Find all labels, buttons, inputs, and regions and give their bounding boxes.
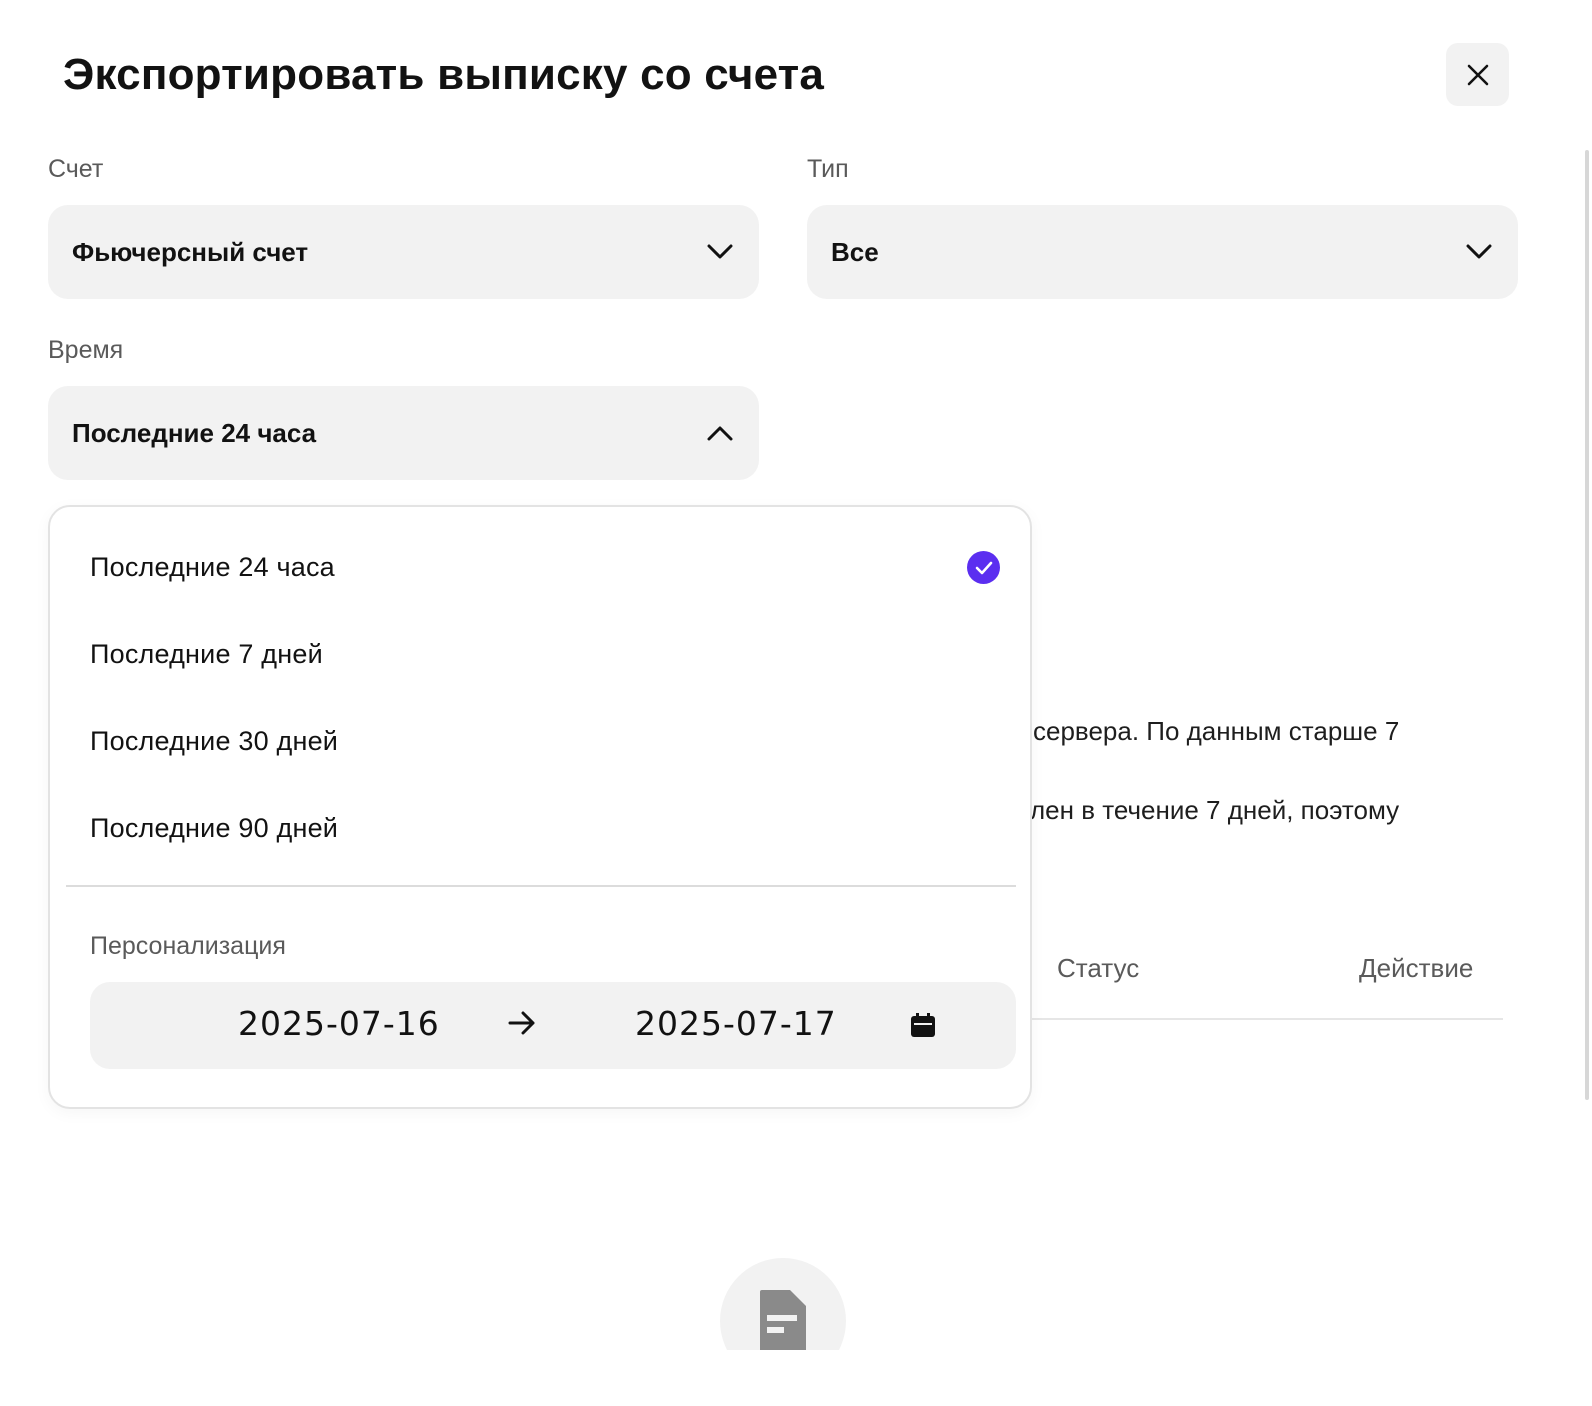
custom-range-label: Персонализация bbox=[90, 932, 286, 960]
notice-text-line-2: лен в течение 7 дней, поэтому bbox=[1030, 795, 1400, 825]
close-button[interactable] bbox=[1446, 43, 1509, 106]
time-option-30d[interactable]: Последние 30 дней bbox=[50, 701, 1030, 781]
option-label: Последние 24 часа bbox=[90, 551, 335, 582]
close-icon bbox=[1467, 64, 1488, 85]
type-select[interactable]: Все bbox=[807, 205, 1518, 299]
empty-state bbox=[720, 1258, 846, 1350]
table-header-action: Действие bbox=[1359, 953, 1474, 983]
option-label: Последние 7 дней bbox=[90, 638, 323, 669]
account-select[interactable]: Фьючерсный счет bbox=[48, 205, 759, 299]
time-select[interactable]: Последние 24 часа bbox=[48, 386, 759, 480]
account-label: Счет bbox=[48, 155, 104, 183]
chevron-down-icon bbox=[1464, 237, 1494, 267]
time-option-90d[interactable]: Последние 90 дней bbox=[50, 788, 1030, 868]
account-select-value: Фьючерсный счет bbox=[72, 236, 309, 267]
time-select-value: Последние 24 часа bbox=[72, 417, 317, 448]
dropdown-divider bbox=[66, 885, 1016, 887]
end-date-input[interactable]: 2025-07-17 bbox=[635, 1004, 837, 1043]
scrollbar[interactable] bbox=[1585, 150, 1589, 1100]
type-label: Тип bbox=[807, 155, 849, 183]
type-select-value: Все bbox=[831, 236, 879, 267]
option-label: Последние 30 дней bbox=[90, 725, 339, 756]
calendar-icon[interactable] bbox=[910, 1012, 936, 1038]
table-header-divider bbox=[1030, 1018, 1503, 1020]
custom-date-range[interactable]: 2025-07-16 2025-07-17 bbox=[90, 982, 1016, 1069]
arrow-right-icon bbox=[508, 1011, 535, 1035]
table-header-status: Статус bbox=[1057, 953, 1140, 983]
check-icon bbox=[967, 551, 1000, 584]
start-date-input[interactable]: 2025-07-16 bbox=[238, 1004, 440, 1043]
option-label: Последние 90 дней bbox=[90, 812, 339, 843]
notice-text-line-1: сервера. По данным старше 7 bbox=[1033, 716, 1400, 746]
chevron-down-icon bbox=[705, 237, 735, 267]
time-option-24h[interactable]: Последние 24 часа bbox=[50, 527, 1030, 607]
export-statement-dialog: Экспортировать выписку со счета Счет Фью… bbox=[0, 0, 1568, 1385]
time-label: Время bbox=[48, 336, 124, 364]
dialog-title: Экспортировать выписку со счета bbox=[63, 50, 825, 99]
time-dropdown: Последние 24 часа Последние 7 дней После… bbox=[48, 505, 1032, 1109]
document-icon bbox=[760, 1290, 806, 1350]
chevron-up-icon bbox=[705, 418, 735, 448]
time-option-7d[interactable]: Последние 7 дней bbox=[50, 614, 1030, 694]
